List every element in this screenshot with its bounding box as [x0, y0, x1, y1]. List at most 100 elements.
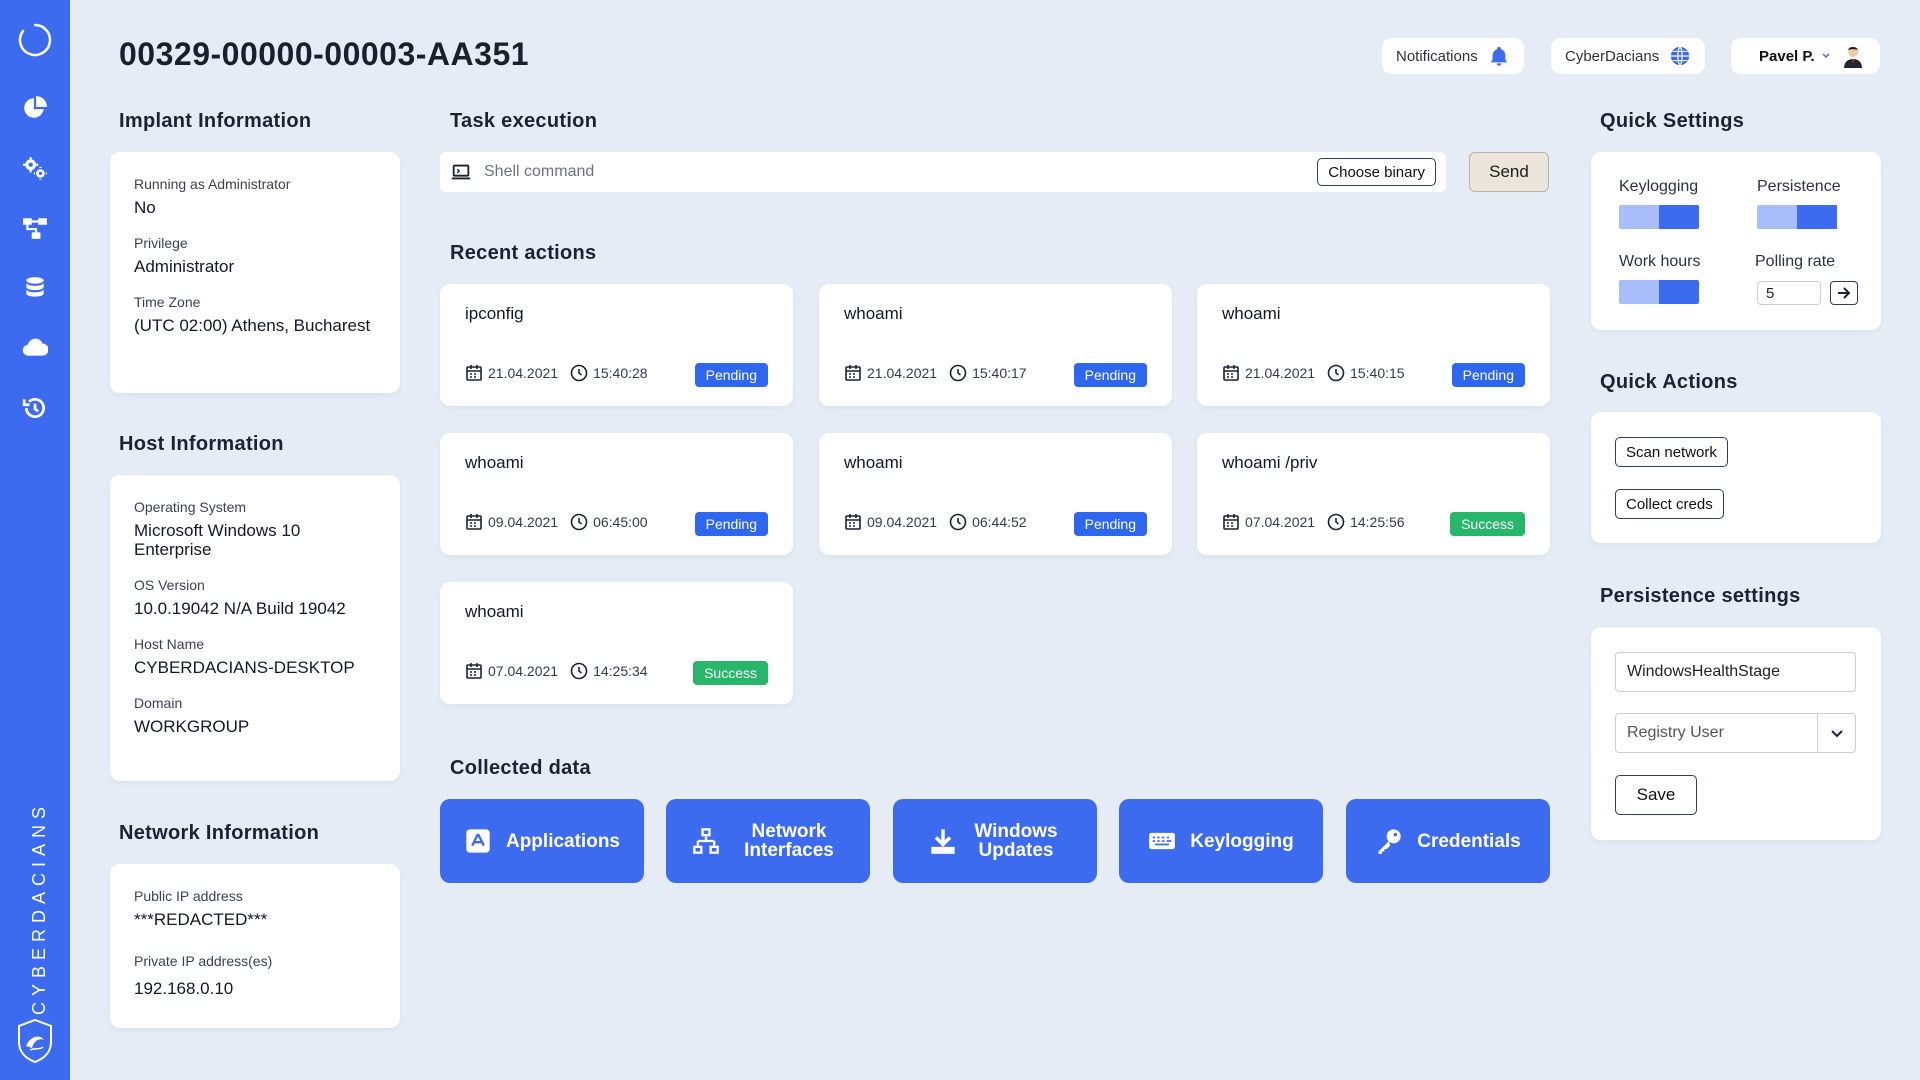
polling-rate-apply-button[interactable]	[1830, 281, 1858, 305]
applications-label: Applications	[505, 830, 620, 852]
info-value: ***REDACTED***	[134, 910, 268, 929]
recent-action-card[interactable]: whoami 07.04.2021 14:25:34 Success	[440, 582, 793, 704]
history-icon[interactable]	[20, 393, 50, 423]
work-hours-toggle[interactable]	[1619, 280, 1699, 304]
keylogging-toggle[interactable]	[1619, 205, 1699, 229]
persistence-method-value: Registry User	[1627, 724, 1724, 741]
scan-network-button[interactable]: Scan network	[1615, 437, 1728, 467]
calendar-icon	[465, 364, 488, 382]
globe-icon	[1671, 46, 1690, 66]
quick-actions-title: Quick Actions	[1600, 371, 1738, 393]
collected-data-title: Collected data	[450, 757, 591, 779]
recent-action-card[interactable]: whoami 09.04.2021 06:45:00 Pending	[440, 433, 793, 555]
info-label: Operating System	[134, 499, 247, 515]
keylogging-label: Keylogging	[1190, 830, 1294, 852]
status-badge: Pending	[694, 512, 768, 536]
chevron-down-icon	[1817, 714, 1855, 752]
shell-command-input[interactable]	[484, 163, 1446, 181]
network-interfaces-button[interactable]: Network Interfaces	[666, 799, 870, 883]
calendar-icon	[1222, 364, 1245, 382]
choose-binary-button[interactable]: Choose binary	[1317, 158, 1436, 186]
cloud-icon[interactable]	[20, 333, 50, 363]
clock-icon	[949, 364, 972, 382]
pie-chart-icon[interactable]	[20, 93, 50, 123]
applications-button[interactable]: Applications	[440, 799, 644, 883]
calendar-icon	[1222, 513, 1245, 531]
info-value: 192.168.0.10	[134, 979, 234, 998]
status-badge: Pending	[1451, 363, 1525, 387]
calendar-icon	[844, 513, 867, 531]
action-date: 21.04.2021	[488, 365, 559, 381]
persistence-name-input[interactable]: WindowsHealthStage	[1615, 652, 1856, 692]
user-name: Pavel P.	[1759, 47, 1815, 65]
info-value: 10.0.19042 N/A Build 19042	[134, 599, 346, 618]
persistence-toggle[interactable]	[1757, 205, 1838, 229]
clock-icon	[570, 513, 593, 531]
network-tree-icon[interactable]	[20, 213, 50, 243]
action-time: 06:44:52	[972, 514, 1027, 530]
gears-icon[interactable]	[20, 153, 50, 183]
status-badge: Pending	[1073, 512, 1147, 536]
calendar-icon	[844, 364, 867, 382]
notifications-button[interactable]: Notifications	[1382, 38, 1524, 74]
org-button[interactable]: CyberDacians	[1551, 38, 1706, 74]
clock-icon	[1327, 513, 1350, 531]
network-icon	[693, 828, 719, 854]
host-info-card: Operating System Microsoft Windows 10 Ent…	[110, 475, 400, 781]
persistence-setting-label: Persistence	[1757, 178, 1841, 195]
org-label: CyberDacians	[1565, 47, 1660, 65]
keylogging-button[interactable]: Keylogging	[1119, 799, 1323, 883]
implant-info-card: Running as Administrator No Privilege Admi…	[110, 152, 400, 393]
recent-action-card[interactable]: ipconfig 21.04.2021 15:40:28 Pending	[440, 284, 793, 406]
status-badge: Pending	[694, 363, 768, 387]
info-value: Microsoft Windows 10 Enterprise	[134, 521, 301, 559]
calendar-icon	[465, 662, 488, 680]
action-command: whoami	[844, 453, 903, 472]
action-command: whoami	[1222, 304, 1281, 323]
chevron-down-icon	[1822, 53, 1830, 59]
user-menu[interactable]: Pavel P.	[1731, 38, 1880, 74]
polling-rate-input[interactable]: 5	[1757, 281, 1821, 305]
recent-action-card[interactable]: whoami 09.04.2021 06:44:52 Pending	[819, 433, 1172, 555]
network-info-card: Public IP address ***REDACTED*** Private …	[110, 864, 400, 1028]
collect-creds-button[interactable]: Collect creds	[1615, 489, 1724, 519]
windows-updates-button[interactable]: Windows Updates	[893, 799, 1097, 883]
action-date: 21.04.2021	[1245, 365, 1316, 381]
send-button[interactable]: Send	[1469, 152, 1549, 192]
action-time: 14:25:34	[593, 663, 648, 679]
quick-settings-title: Quick Settings	[1600, 110, 1745, 132]
action-time: 14:25:56	[1350, 514, 1405, 530]
info-value: No	[134, 198, 156, 217]
action-date: 07.04.2021	[488, 663, 559, 679]
loader-ring-icon[interactable]	[17, 22, 53, 58]
laptop-icon	[451, 164, 471, 180]
persistence-settings-title: Persistence settings	[1600, 585, 1801, 607]
action-meta: 09.04.2021 06:45:00	[465, 513, 648, 531]
info-value: Administrator	[134, 257, 235, 276]
action-command: whoami	[465, 602, 524, 621]
info-label: Running as Administrator	[134, 176, 291, 192]
app-store-icon	[466, 829, 490, 853]
recent-action-card[interactable]: whoami 21.04.2021 15:40:17 Pending	[819, 284, 1172, 406]
persistence-method-select[interactable]: Registry User	[1615, 713, 1856, 753]
action-command: whoami	[844, 304, 903, 323]
action-meta: 09.04.2021 06:44:52	[844, 513, 1027, 531]
brand-logo-icon	[16, 1018, 54, 1064]
action-time: 06:45:00	[593, 514, 648, 530]
sidebar: CYBERDACIANS	[0, 0, 70, 1080]
action-meta: 21.04.2021 15:40:17	[844, 364, 1027, 382]
clock-icon	[1327, 364, 1350, 382]
database-icon[interactable]	[20, 273, 50, 303]
status-badge: Success	[1450, 512, 1525, 536]
recent-action-card[interactable]: whoami /priv 07.04.2021 14:25:56 Success	[1197, 433, 1550, 555]
task-execution-title: Task execution	[450, 110, 598, 132]
save-button[interactable]: Save	[1615, 775, 1697, 815]
action-command: ipconfig	[465, 304, 524, 323]
recent-action-card[interactable]: whoami 21.04.2021 15:40:15 Pending	[1197, 284, 1550, 406]
info-label: Time Zone	[134, 294, 201, 310]
network-interfaces-label: Network Interfaces	[744, 821, 834, 861]
key-icon	[1378, 829, 1401, 854]
credentials-button[interactable]: Credentials	[1346, 799, 1550, 883]
host-info-title: Host Information	[119, 433, 284, 455]
work-hours-setting-label: Work hours	[1619, 253, 1701, 270]
